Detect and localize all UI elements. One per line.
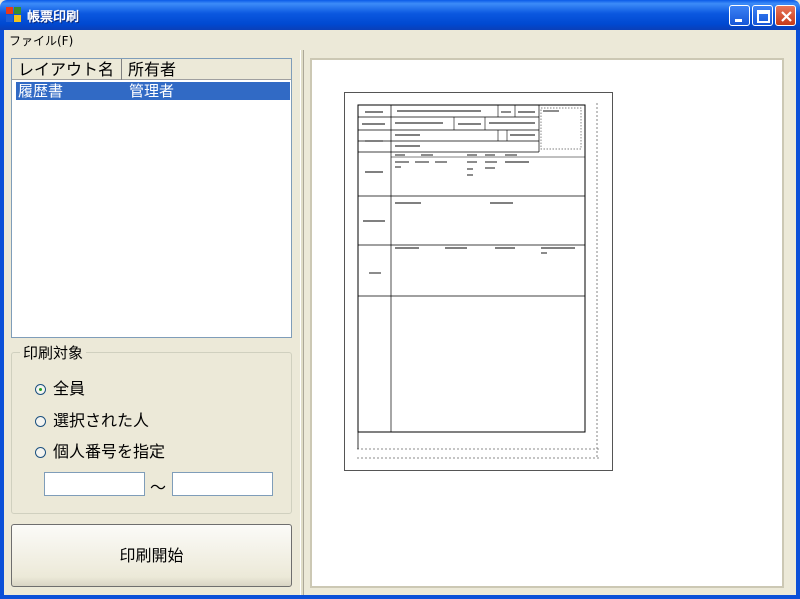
radio-specify-label: 個人番号を指定 — [53, 442, 166, 461]
range-to-input[interactable] — [172, 472, 273, 496]
menu-bar: ファイル(F) — [0, 30, 800, 50]
minimize-icon — [735, 19, 742, 22]
list-item-name: 履歴書 — [18, 82, 64, 100]
layout-list[interactable]: レイアウト名 所有者 履歴書 管理者 — [11, 58, 292, 338]
close-icon — [781, 11, 792, 22]
window-frame-right — [796, 30, 800, 599]
list-item-owner: 管理者 — [129, 82, 175, 100]
radio-all-label: 全員 — [53, 379, 86, 398]
preview-form-thumbnail — [357, 103, 600, 459]
window-title: 帳票印刷 — [27, 10, 80, 25]
print-target-title: 印刷対象 — [20, 342, 87, 363]
window-frame-left — [0, 30, 4, 599]
app-icon — [6, 7, 21, 22]
radio-specify-indicator[interactable] — [35, 447, 46, 458]
radio-all-indicator[interactable] — [35, 384, 46, 395]
preview-page — [344, 92, 613, 471]
title-bar[interactable]: 帳票印刷 — [0, 0, 800, 30]
minimize-button[interactable] — [729, 5, 750, 26]
print-start-button[interactable]: 印刷開始 — [11, 524, 292, 587]
column-header-layout-name[interactable]: レイアウト名 — [12, 59, 122, 80]
radio-selected-label: 選択された人 — [53, 411, 150, 430]
list-header: レイアウト名 所有者 — [12, 59, 291, 80]
window-frame-bottom — [0, 595, 800, 599]
menu-file[interactable]: ファイル(F) — [9, 32, 73, 49]
radio-selected-indicator[interactable] — [35, 416, 46, 427]
maximize-icon — [757, 10, 770, 23]
close-button[interactable] — [775, 5, 796, 26]
list-item[interactable]: 履歴書 管理者 — [16, 82, 290, 100]
range-separator: ～ — [150, 478, 167, 497]
column-header-owner[interactable]: 所有者 — [122, 59, 291, 80]
maximize-button[interactable] — [752, 5, 773, 26]
splitter-handle[interactable] — [300, 50, 304, 595]
range-from-input[interactable] — [44, 472, 145, 496]
